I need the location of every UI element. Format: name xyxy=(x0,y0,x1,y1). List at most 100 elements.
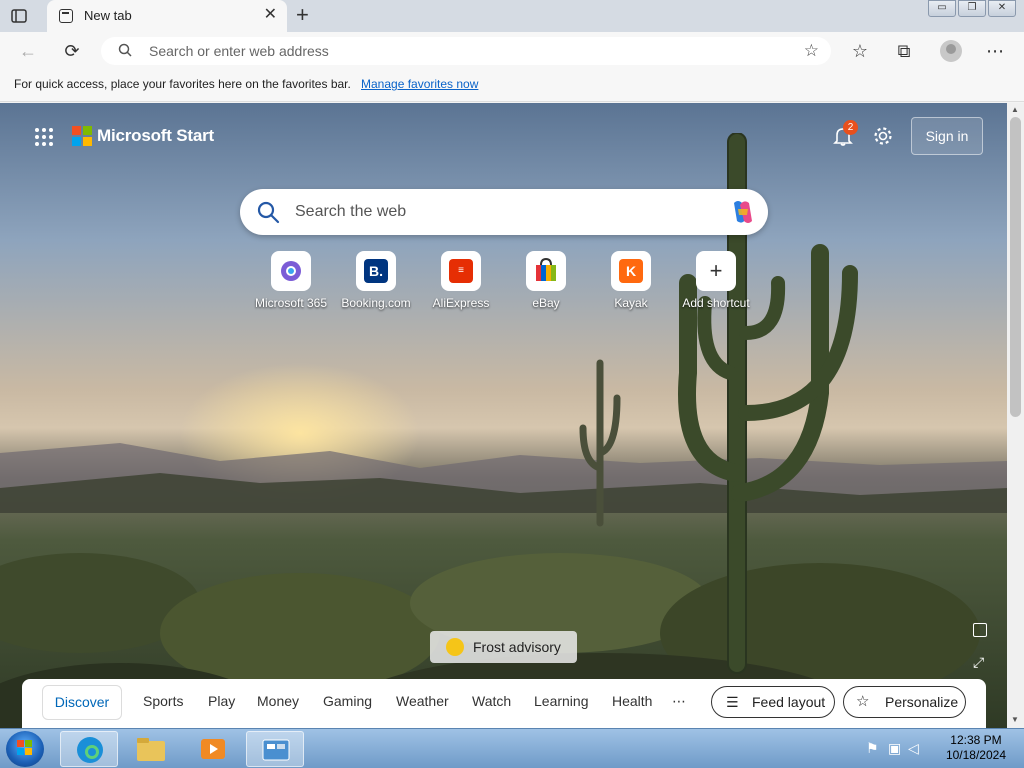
personalize-label: Personalize xyxy=(885,694,959,710)
tab-watch[interactable]: Watch xyxy=(472,693,511,709)
taskbar-remote-app[interactable] xyxy=(246,731,304,767)
manage-favorites-link[interactable]: Manage favorites now xyxy=(361,77,478,91)
address-input[interactable]: Search or enter web address xyxy=(149,43,329,59)
add-favorite-icon[interactable]: ☆ xyxy=(804,41,819,61)
thermometer-alert-icon xyxy=(446,638,464,656)
search-input[interactable]: Search the web xyxy=(295,203,406,221)
restore-button[interactable]: ❐ xyxy=(958,0,986,17)
close-tab-button[interactable]: ✕ xyxy=(264,6,277,24)
microsoft-365-icon xyxy=(281,261,301,281)
ebay-bag-icon xyxy=(536,257,556,281)
shortcut-label: eBay xyxy=(532,296,560,310)
start-button[interactable] xyxy=(6,731,44,767)
settings-gear-icon[interactable] xyxy=(872,125,894,147)
background-image-info-icon[interactable] xyxy=(973,623,987,637)
tab-title: New tab xyxy=(84,8,132,23)
shortcut-tile: ≡ xyxy=(441,251,481,291)
sparkle-star-icon: ☆ xyxy=(856,693,870,710)
tab-discover[interactable]: Discover xyxy=(42,685,122,720)
tab-money[interactable]: Money xyxy=(257,693,299,709)
edge-icon xyxy=(77,737,103,763)
shortcut-label: Kayak xyxy=(614,296,648,310)
scrollbar-thumb[interactable] xyxy=(1010,117,1021,417)
clock-date: 10/18/2024 xyxy=(945,748,1006,762)
more-categories-button[interactable]: ⋯ xyxy=(672,693,686,710)
tab-new-tab[interactable]: New tab ✕ xyxy=(47,0,287,32)
windows-logo-icon xyxy=(17,740,32,755)
search-icon xyxy=(257,201,280,224)
shortcut-microsoft-365[interactable]: Microsoft 365 xyxy=(248,251,334,310)
clock-time: 12:38 PM xyxy=(950,733,1002,747)
feed-layout-button[interactable]: ☰ Feed layout xyxy=(711,686,835,718)
tab-actions-icon[interactable] xyxy=(10,7,28,25)
sign-in-button[interactable]: Sign in xyxy=(911,117,983,155)
new-tab-button[interactable]: + xyxy=(296,4,309,26)
new-tab-page: Microsoft Start 2 Sign in Search the web… xyxy=(0,103,1007,728)
kayak-logo-icon: K xyxy=(619,259,643,283)
weather-alert-text: Frost advisory xyxy=(473,639,561,655)
favorites-bar: For quick access, place your favorites h… xyxy=(0,70,1024,102)
shortcut-kayak[interactable]: K Kayak xyxy=(588,251,674,310)
weather-alert-pill[interactable]: Frost advisory xyxy=(430,631,577,663)
page-scrollbar[interactable]: ▲ ▼ xyxy=(1007,103,1024,728)
profile-avatar[interactable] xyxy=(940,40,962,62)
background-small-cactus xyxy=(579,359,621,527)
network-icon[interactable]: ▣ xyxy=(888,740,901,757)
booking-logo-icon: B. xyxy=(364,259,388,283)
sliders-icon: ☰ xyxy=(726,694,739,710)
favorites-hint-text: For quick access, place your favorites h… xyxy=(14,77,351,91)
shortcut-tile xyxy=(526,251,566,291)
tab-gaming[interactable]: Gaming xyxy=(323,693,372,709)
shortcut-tile: B. xyxy=(356,251,396,291)
scroll-up-arrow-icon[interactable]: ▲ xyxy=(1011,105,1019,114)
clock[interactable]: 12:38 PM 10/18/2024 xyxy=(946,733,1006,763)
shortcut-label: AliExpress xyxy=(432,296,490,310)
volume-muted-icon[interactable]: ◁ xyxy=(908,740,919,757)
minimize-button[interactable]: ▭ xyxy=(928,0,956,17)
collections-button[interactable]: ⧉ xyxy=(893,40,915,62)
back-button[interactable]: ← xyxy=(17,40,39,62)
taskbar-file-explorer[interactable] xyxy=(122,731,180,767)
expand-icon[interactable]: ⤢ xyxy=(973,654,989,670)
tab-learning[interactable]: Learning xyxy=(534,693,589,709)
new-tab-page-icon xyxy=(59,9,73,23)
scroll-down-arrow-icon[interactable]: ▼ xyxy=(1011,715,1019,724)
favorites-button[interactable]: ☆ xyxy=(849,40,871,62)
more-menu-button[interactable]: ⋯ xyxy=(984,40,1006,62)
tab-weather[interactable]: Weather xyxy=(396,693,449,709)
browser-toolbar: ← ⟳ Search or enter web address ☆ ☆ ⧉ ⋯ xyxy=(0,32,1024,70)
shortcut-tile: + xyxy=(696,251,736,291)
tab-health[interactable]: Health xyxy=(612,693,652,709)
add-shortcut-button[interactable]: + Add shortcut xyxy=(673,251,759,310)
close-window-button[interactable]: ✕ xyxy=(988,0,1016,17)
media-player-icon xyxy=(201,739,225,759)
shortcut-label: Microsoft 365 xyxy=(254,296,328,310)
web-search-box[interactable]: Search the web xyxy=(240,189,768,235)
taskbar-media-player[interactable] xyxy=(184,731,242,767)
shortcut-aliexpress[interactable]: ≡ AliExpress xyxy=(418,251,504,310)
shortcut-booking[interactable]: B. Booking.com xyxy=(333,251,419,310)
feed-layout-label: Feed layout xyxy=(752,694,826,710)
folder-icon xyxy=(137,738,165,761)
reload-button[interactable]: ⟳ xyxy=(61,40,83,62)
brand-title[interactable]: Microsoft Start xyxy=(97,126,214,146)
plus-icon: + xyxy=(709,258,723,283)
shortcut-tile xyxy=(271,251,311,291)
control-panel-icon xyxy=(262,739,290,761)
tab-play[interactable]: Play xyxy=(208,693,235,709)
action-center-flag-icon[interactable]: ⚑ xyxy=(866,740,879,757)
address-bar[interactable]: Search or enter web address ☆ xyxy=(101,37,831,65)
personalize-button[interactable]: ☆ Personalize xyxy=(843,686,966,718)
feed-navigation: Discover Sports Play Money Gaming Weathe… xyxy=(22,679,986,728)
tab-strip: New tab ✕ + ▭ ❐ ✕ xyxy=(0,0,1024,32)
apps-launcher-icon[interactable] xyxy=(34,127,54,147)
window-controls: ▭ ❐ ✕ xyxy=(926,0,1016,18)
taskbar-edge[interactable] xyxy=(60,731,118,767)
system-tray: ⚑ ▣ ◁ 12:38 PM 10/18/2024 xyxy=(854,729,1024,768)
shortcut-ebay[interactable]: eBay xyxy=(503,251,589,310)
quick-links: Microsoft 365 B. Booking.com ≡ AliExpres… xyxy=(248,251,768,321)
search-icon xyxy=(118,43,132,57)
tab-sports[interactable]: Sports xyxy=(143,693,183,709)
aliexpress-logo-icon: ≡ xyxy=(449,259,473,283)
copilot-icon[interactable] xyxy=(728,199,758,225)
